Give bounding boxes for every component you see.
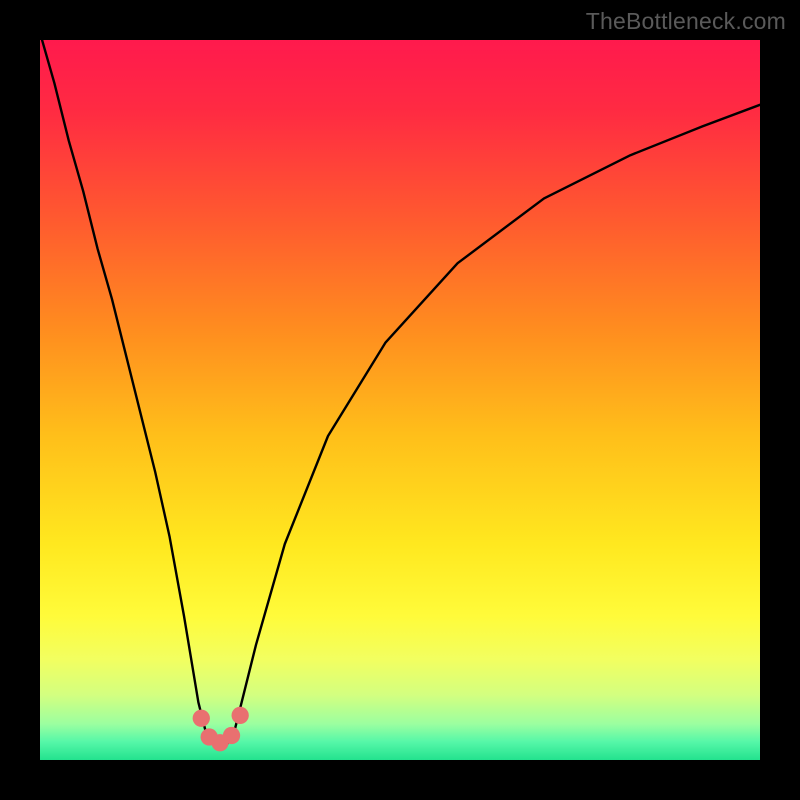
curve-marker xyxy=(223,727,240,744)
watermark-text: TheBottleneck.com xyxy=(586,8,786,35)
plot-area xyxy=(40,40,760,760)
curve-marker xyxy=(232,707,249,724)
chart-frame: TheBottleneck.com xyxy=(0,0,800,800)
bottleneck-curve xyxy=(40,40,760,760)
curve-marker xyxy=(193,710,210,727)
